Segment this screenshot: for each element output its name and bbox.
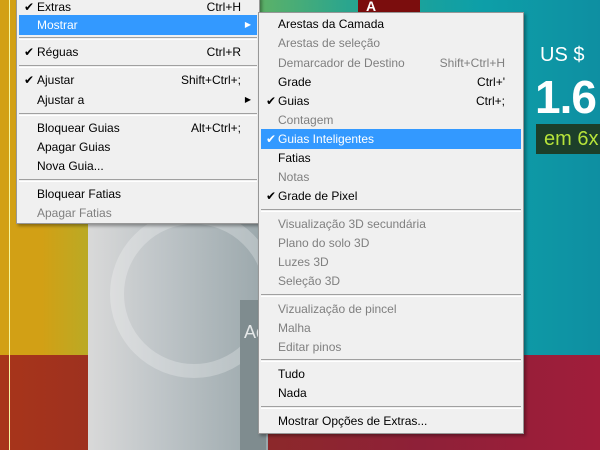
triangle-right-icon: ▶	[244, 20, 251, 29]
checkmark-icon: ✔	[23, 73, 35, 87]
price-currency: US $	[540, 44, 585, 66]
menu-item-shortcut: Ctrl+R	[206, 45, 241, 59]
submenu-item-arestas-camada[interactable]: Arestas da Camada	[261, 14, 521, 34]
menu-item-label: Luzes 3D	[278, 255, 329, 269]
menu-item-label: Seleção 3D	[278, 274, 341, 288]
menu-item-label: Plano do solo 3D	[278, 236, 370, 250]
submenu-item-mostrar-opcoes-extras[interactable]: Mostrar Opções de Extras...	[261, 411, 521, 431]
menu-item-ajustar-a[interactable]: Ajustar a ▶	[19, 90, 257, 110]
menu-separator	[19, 37, 257, 40]
menu-item-label: Tudo	[278, 367, 305, 381]
menu-item-bloquear-guias[interactable]: Bloquear Guias Alt+Ctrl+;	[19, 118, 257, 138]
triangle-right-icon: ▶	[244, 95, 251, 104]
menu-item-label: Apagar Guias	[37, 140, 111, 154]
menu-item-shortcut: Shift+Ctrl+;	[180, 73, 241, 87]
submenu-item-malha[interactable]: Malha	[261, 318, 521, 338]
menu-separator	[261, 406, 521, 409]
submenu-item-plano-solo-3d[interactable]: Plano do solo 3D	[261, 233, 521, 253]
menu-item-label: Guias	[278, 94, 310, 108]
menu-item-label: Mostrar Opções de Extras...	[278, 414, 428, 428]
menu-item-label: Demarcador de Destino	[278, 56, 405, 70]
menu-item-nova-guia[interactable]: Nova Guia...	[19, 156, 257, 176]
menu-item-label: Arestas da Camada	[278, 17, 385, 31]
menu-separator	[261, 359, 521, 362]
menu-separator	[261, 209, 521, 212]
menu-item-label: Contagem	[278, 113, 334, 127]
view-menu: ✔ Extras Ctrl+H Mostrar ▶ ✔ Réguas Ctrl+…	[16, 0, 260, 224]
checkmark-icon: ✔	[265, 132, 277, 146]
submenu-item-visualizacao-3d[interactable]: Visualização 3D secundária	[261, 214, 521, 234]
menu-item-label: Réguas	[37, 45, 79, 59]
menu-item-label: Grade	[278, 75, 312, 89]
submenu-item-fatias[interactable]: Fatias	[261, 148, 521, 168]
menu-item-bloquear-fatias[interactable]: Bloquear Fatias	[19, 184, 257, 204]
submenu-item-demarcador-destino[interactable]: Demarcador de Destino Shift+Ctrl+H	[261, 53, 521, 73]
menu-item-label: Bloquear Fatias	[37, 187, 122, 201]
menu-item-shortcut: Ctrl+;	[475, 94, 505, 108]
menu-item-label: Arestas de seleção	[278, 36, 381, 50]
price-value: 1.6	[535, 71, 597, 123]
submenu-item-arestas-selecao[interactable]: Arestas de seleção	[261, 33, 521, 53]
menu-item-ajustar[interactable]: ✔ Ajustar Shift+Ctrl+;	[19, 70, 257, 90]
menu-item-label: Mostrar	[37, 18, 78, 32]
menu-item-apagar-guias[interactable]: Apagar Guias	[19, 137, 257, 157]
submenu-item-notas[interactable]: Notas	[261, 167, 521, 187]
submenu-item-guias[interactable]: ✔ Guias Ctrl+;	[261, 91, 521, 111]
canvas-guide-line	[9, 0, 10, 450]
submenu-item-grade-pixel[interactable]: ✔ Grade de Pixel	[261, 186, 521, 206]
menu-item-label: Nada	[278, 386, 307, 400]
menu-item-mostrar[interactable]: Mostrar ▶	[19, 15, 257, 35]
menu-item-label: Malha	[278, 321, 311, 335]
menu-item-label: Vizualização de pincel	[278, 302, 397, 316]
menu-item-label: Editar pinos	[278, 340, 342, 354]
menu-item-shortcut: Alt+Ctrl+;	[190, 121, 241, 135]
checkmark-icon: ✔	[265, 189, 277, 203]
menu-separator	[261, 294, 521, 297]
submenu-item-grade[interactable]: Grade Ctrl+'	[261, 72, 521, 92]
submenu-item-contagem[interactable]: Contagem	[261, 110, 521, 130]
menu-item-label: Ajustar	[37, 73, 75, 87]
menu-item-shortcut: Shift+Ctrl+H	[439, 56, 505, 70]
menu-separator	[19, 65, 257, 68]
menu-separator	[19, 179, 257, 182]
submenu-item-selecao-3d[interactable]: Seleção 3D	[261, 271, 521, 291]
menu-item-label: Grade de Pixel	[278, 189, 358, 203]
submenu-item-luzes-3d[interactable]: Luzes 3D	[261, 252, 521, 272]
menu-item-label: Nova Guia...	[37, 159, 104, 173]
submenu-item-nada[interactable]: Nada	[261, 383, 521, 403]
checkmark-icon: ✔	[23, 45, 35, 59]
menu-item-label: Visualização 3D secundária	[278, 217, 426, 231]
menu-item-label: Ajustar a	[37, 93, 85, 107]
menu-item-shortcut: Ctrl+'	[477, 75, 505, 89]
menu-separator	[19, 113, 257, 116]
menu-item-label: Guias Inteligentes	[278, 132, 375, 146]
submenu-item-visualizacao-pincel[interactable]: Vizualização de pincel	[261, 299, 521, 319]
menu-item-label: Fatias	[278, 151, 311, 165]
checkmark-icon: ✔	[265, 94, 277, 108]
submenu-item-guias-inteligentes[interactable]: ✔ Guias Inteligentes	[261, 129, 521, 149]
submenu-item-editar-pinos[interactable]: Editar pinos	[261, 337, 521, 357]
submenu-item-tudo[interactable]: Tudo	[261, 364, 521, 384]
menu-item-reguas[interactable]: ✔ Réguas Ctrl+R	[19, 42, 257, 62]
mostrar-submenu: Arestas da Camada Arestas de seleção Dem…	[258, 12, 524, 434]
menu-item-label: Bloquear Guias	[37, 121, 120, 135]
menu-item-apagar-fatias[interactable]: Apagar Fatias	[19, 203, 257, 223]
price-installments: em 6x	[536, 124, 600, 154]
menu-item-label: Apagar Fatias	[37, 206, 112, 220]
menu-item-label: Notas	[278, 170, 310, 184]
